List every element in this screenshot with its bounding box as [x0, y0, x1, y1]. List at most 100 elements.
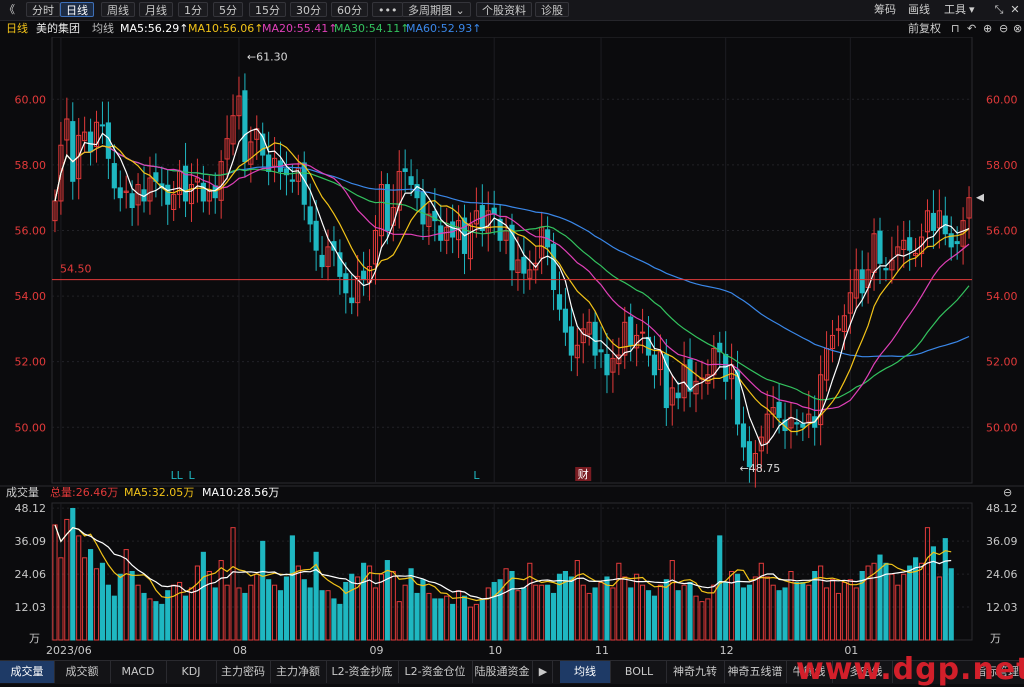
- volume-bar[interactable]: [295, 565, 301, 641]
- volume-bar[interactable]: [936, 576, 942, 641]
- volume-bar[interactable]: [895, 584, 901, 641]
- candle[interactable]: [859, 269, 865, 294]
- volume-bar[interactable]: [485, 587, 491, 641]
- window-restore-icon[interactable]: ⤡: [992, 3, 1006, 17]
- adjust-mode[interactable]: 前复权: [908, 21, 941, 37]
- volume-bar[interactable]: [918, 562, 925, 641]
- volume-bar[interactable]: [841, 581, 847, 641]
- volume-bar[interactable]: [770, 584, 776, 641]
- candle[interactable]: [111, 163, 117, 189]
- volume-bar[interactable]: [301, 579, 307, 641]
- indicator-tab-3[interactable]: KDJ: [166, 661, 217, 683]
- ma-label[interactable]: 均线: [92, 21, 114, 37]
- volume-bar[interactable]: [913, 557, 919, 641]
- candle[interactable]: [242, 90, 248, 163]
- candle[interactable]: [450, 221, 456, 238]
- volume-zoom-out-icon[interactable]: ⊖: [1003, 485, 1012, 501]
- volume-bar[interactable]: [331, 598, 337, 641]
- volume-bar[interactable]: [740, 587, 747, 641]
- volume-bar[interactable]: [835, 592, 842, 641]
- volume-bar[interactable]: [182, 595, 189, 641]
- lock-icon[interactable]: ⊓: [951, 21, 960, 37]
- volume-bar[interactable]: [461, 595, 468, 641]
- candle[interactable]: [907, 237, 913, 251]
- candle[interactable]: [568, 326, 574, 356]
- volume-bar[interactable]: [153, 601, 159, 641]
- volume-bar[interactable]: [824, 587, 830, 641]
- volume-bar[interactable]: [663, 579, 669, 641]
- candle[interactable]: [408, 176, 414, 186]
- volume-bar[interactable]: [806, 584, 812, 641]
- volume-bar[interactable]: [503, 568, 509, 641]
- volume-bar[interactable]: [384, 560, 390, 641]
- volume-bar[interactable]: [539, 584, 545, 641]
- candle[interactable]: [129, 193, 135, 209]
- indicator-tab-0[interactable]: 成交量: [0, 661, 55, 683]
- candle[interactable]: [361, 270, 367, 281]
- zoom-out-icon[interactable]: ⊖: [999, 21, 1008, 37]
- period-button-5[interactable]: 5分: [213, 2, 243, 17]
- volume-bar[interactable]: [218, 560, 224, 641]
- volume-bar[interactable]: [527, 562, 533, 641]
- volume-bar[interactable]: [521, 587, 527, 641]
- period-button-8[interactable]: 60分: [331, 2, 368, 17]
- volume-bar[interactable]: [616, 562, 622, 641]
- stock-name[interactable]: 美的集团: [36, 21, 80, 37]
- volume-bar[interactable]: [705, 598, 711, 641]
- back-icon[interactable]: 《: [4, 3, 15, 17]
- volume-bar[interactable]: [853, 587, 859, 641]
- volume-bar[interactable]: [337, 603, 343, 641]
- candle[interactable]: [687, 359, 693, 392]
- candle[interactable]: [776, 401, 782, 418]
- volume-bar[interactable]: [361, 562, 367, 641]
- volume-bar[interactable]: [580, 584, 586, 641]
- candle[interactable]: [313, 220, 319, 251]
- volume-bar[interactable]: [717, 535, 723, 641]
- volume-bar[interactable]: [64, 518, 70, 641]
- volume-bar[interactable]: [266, 579, 272, 641]
- overlay-tab-2[interactable]: 神奇九转: [666, 661, 725, 683]
- period-button-11[interactable]: 个股资料: [476, 2, 532, 17]
- volume-bar[interactable]: [622, 576, 628, 641]
- candle[interactable]: [562, 308, 568, 333]
- volume-bar[interactable]: [776, 590, 782, 641]
- volume-bar[interactable]: [432, 598, 438, 641]
- volume-bar[interactable]: [230, 527, 236, 641]
- candle[interactable]: [70, 121, 76, 182]
- volume-bar[interactable]: [729, 571, 735, 641]
- candle[interactable]: [99, 124, 106, 127]
- volume-bar[interactable]: [651, 595, 658, 641]
- volume-bar[interactable]: [657, 584, 663, 641]
- overlay-tab-3[interactable]: 神奇五线谱: [724, 661, 787, 683]
- more-tabs-icon[interactable]: ▶: [534, 661, 553, 683]
- volume-bar[interactable]: [105, 584, 111, 641]
- volume-bar[interactable]: [402, 584, 408, 641]
- candle[interactable]: [307, 206, 313, 225]
- indicator-tab-6[interactable]: L2-资金抄底: [326, 661, 399, 683]
- volume-bar[interactable]: [212, 587, 218, 641]
- indicator-tab-5[interactable]: 主力净额: [270, 661, 327, 683]
- volume-bar[interactable]: [764, 576, 770, 641]
- candle[interactable]: [675, 392, 681, 399]
- volume-bar[interactable]: [177, 581, 183, 641]
- volume-bar[interactable]: [479, 598, 485, 641]
- volume-bar[interactable]: [645, 590, 652, 641]
- tools-dropdown-icon[interactable]: ▾: [969, 3, 975, 17]
- period-button-12[interactable]: 诊股: [535, 2, 569, 17]
- draw-line-link[interactable]: 画线: [908, 3, 930, 17]
- candle[interactable]: [640, 331, 646, 334]
- volume-bar[interactable]: [800, 581, 806, 641]
- volume-bar[interactable]: [924, 527, 931, 641]
- overlay-tab-1[interactable]: BOLL: [612, 661, 667, 683]
- volume-bar[interactable]: [99, 562, 106, 641]
- volume-bar[interactable]: [687, 581, 693, 641]
- volume-bar[interactable]: [942, 538, 948, 641]
- candle[interactable]: [212, 185, 218, 199]
- volume-bar[interactable]: [693, 595, 699, 641]
- volume-bar[interactable]: [467, 606, 474, 641]
- candle[interactable]: [740, 423, 747, 448]
- volume-bar[interactable]: [746, 584, 752, 641]
- volume-bar[interactable]: [135, 584, 141, 641]
- candle[interactable]: [289, 179, 295, 182]
- volume-bar[interactable]: [277, 590, 284, 641]
